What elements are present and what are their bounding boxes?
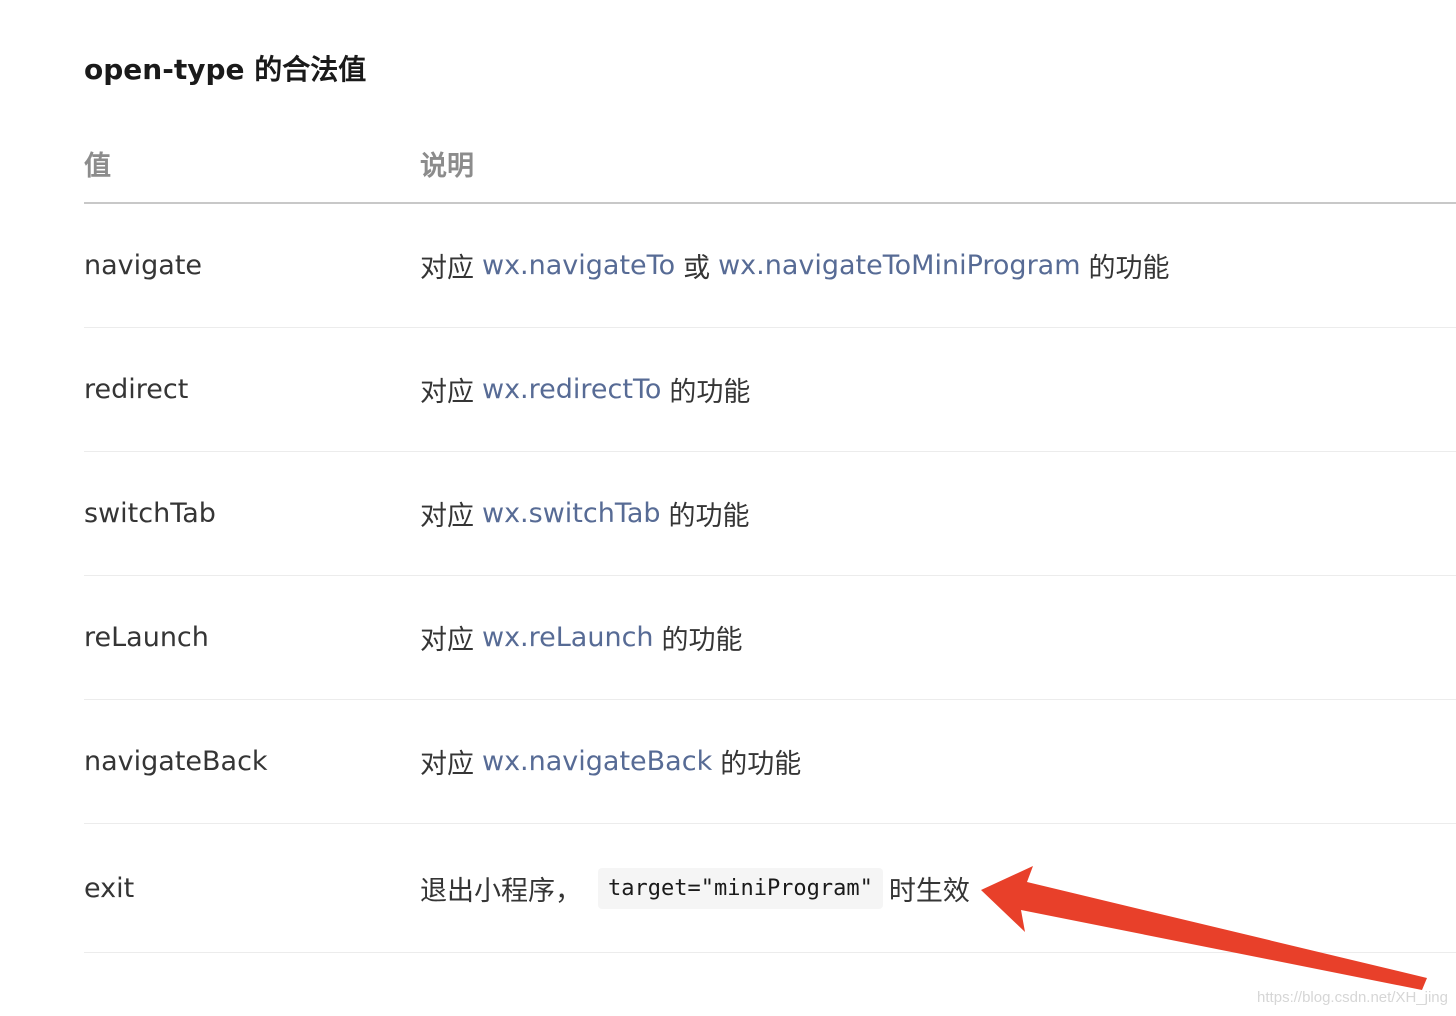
row-description: 对应 wx.navigateBack 的功能	[420, 700, 801, 823]
header-value: 值	[84, 151, 111, 182]
row-description: 对应 wx.redirectTo 的功能	[420, 328, 750, 451]
row-value: exit	[84, 872, 135, 904]
row-value: redirect	[84, 374, 189, 405]
table-row: navigate 对应 wx.navigateTo 或 wx.navigateToMin…	[84, 204, 1456, 328]
row-description: 对应 wx.switchTab 的功能	[420, 452, 750, 575]
watermark: https://blog.csdn.net/XH_jing	[1257, 989, 1448, 1006]
row-description: 对应 wx.navigateTo 或 wx.navigateToMiniProgram…	[420, 204, 1170, 327]
table-row: redirect 对应 wx.redirectTo 的功能	[84, 328, 1456, 452]
description-text: 的功能	[669, 377, 751, 408]
row-value: reLaunch	[84, 622, 209, 653]
description-text: 对应	[420, 749, 474, 780]
table-header: 值 说明	[84, 120, 1456, 204]
api-link[interactable]: wx.navigateToMiniProgram	[718, 250, 1080, 281]
api-link[interactable]: wx.navigateTo	[482, 250, 675, 281]
table-row: reLaunch 对应 wx.reLaunch 的功能	[84, 576, 1456, 700]
description-text: 的功能	[1088, 253, 1170, 284]
page-title: open-type 的合法值	[84, 53, 367, 86]
row-description: 对应 wx.reLaunch 的功能	[420, 576, 743, 699]
description-text: 的功能	[720, 749, 802, 780]
api-link[interactable]: wx.switchTab	[482, 498, 661, 529]
description-text: 时生效	[888, 875, 970, 907]
red-arrow-icon	[981, 866, 1427, 990]
table-row: navigateBack 对应 wx.navigateBack 的功能	[84, 700, 1456, 824]
description-text: 对应	[420, 377, 474, 408]
description-text: 对应	[420, 253, 474, 284]
row-description: 退出小程序， target="miniProgram" 时生效	[420, 824, 970, 952]
table-row: switchTab 对应 wx.switchTab 的功能	[84, 452, 1456, 576]
description-text: 对应	[420, 625, 474, 656]
inline-code: target="miniProgram"	[598, 867, 883, 909]
api-link[interactable]: wx.navigateBack	[482, 746, 712, 777]
api-link[interactable]: wx.reLaunch	[482, 622, 654, 653]
description-text: 退出小程序，	[420, 875, 582, 907]
row-value: switchTab	[84, 498, 216, 529]
description-text: 或	[683, 253, 711, 284]
description-text: 的功能	[661, 625, 743, 656]
values-table: 值 说明 navigate 对应 wx.navigateTo 或 wx.navigate…	[84, 120, 1456, 953]
api-link[interactable]: wx.redirectTo	[482, 374, 661, 405]
header-description: 说明	[420, 151, 474, 182]
description-text: 的功能	[668, 501, 750, 532]
table-body: navigate 对应 wx.navigateTo 或 wx.navigateToMin…	[84, 204, 1456, 953]
row-value: navigate	[84, 250, 203, 281]
row-value: navigateBack	[84, 746, 268, 777]
description-text: 对应	[420, 501, 474, 532]
